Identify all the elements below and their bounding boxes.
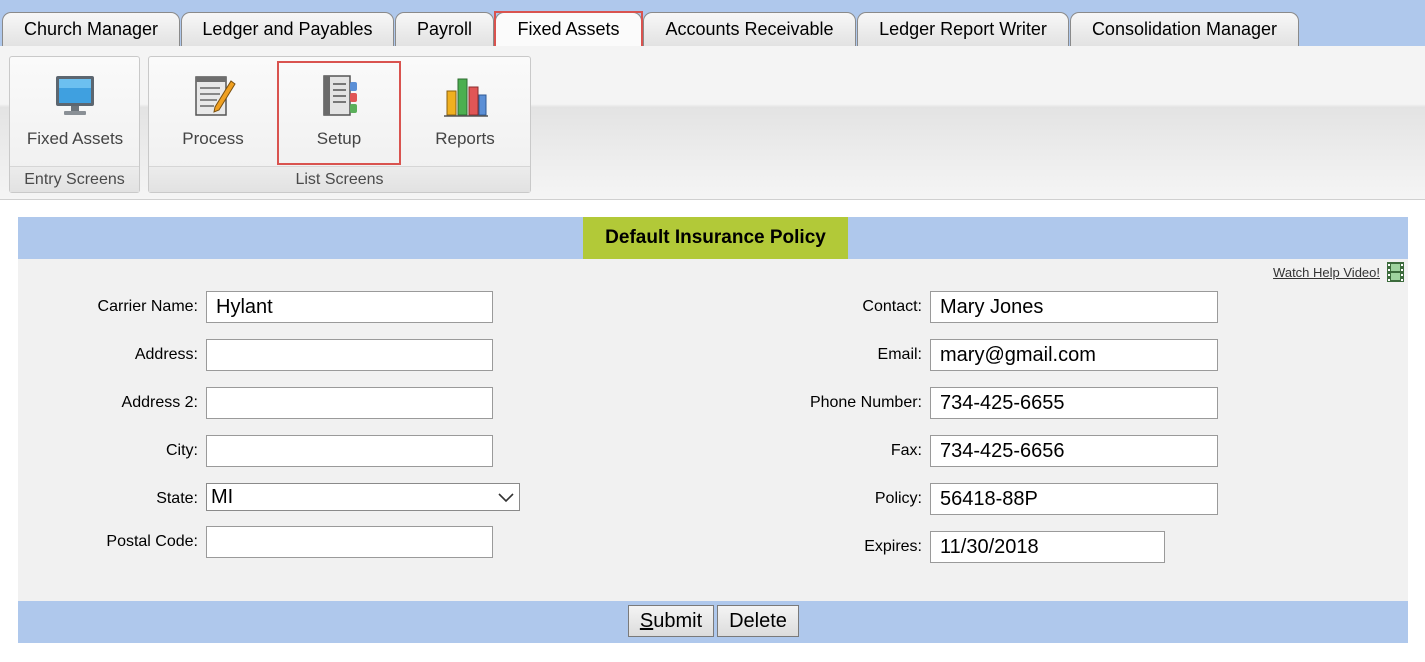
film-strip-icon[interactable]: [1386, 261, 1405, 283]
tab-accounts-receivable[interactable]: Accounts Receivable: [643, 12, 856, 46]
state-label: State:: [156, 490, 198, 507]
list-screens-caption: List Screens: [149, 166, 530, 192]
reports-label: Reports: [435, 129, 495, 148]
postal-code-label: Postal Code:: [106, 533, 198, 550]
delete-button[interactable]: Delete: [717, 605, 799, 637]
fax-field[interactable]: 734-425-6656: [930, 435, 1218, 467]
carrier-name-label: Carrier Name:: [97, 298, 198, 315]
city-label: City:: [166, 442, 198, 459]
tab-label: Consolidation Manager: [1091, 19, 1278, 39]
tab-payroll[interactable]: Payroll: [395, 12, 494, 46]
phone-number-label: Phone Number:: [809, 394, 922, 411]
email-label: Email:: [877, 346, 922, 363]
address-2-label: Address 2:: [121, 394, 198, 411]
tab-church-manager[interactable]: Church Manager: [2, 12, 180, 46]
state-select[interactable]: MI: [206, 483, 520, 511]
fax-label: Fax:: [890, 442, 922, 459]
postal-code-field[interactable]: [206, 526, 493, 558]
tab-ledger-report-writer[interactable]: Ledger Report Writer: [857, 12, 1069, 46]
address-field[interactable]: [206, 339, 493, 371]
city-field[interactable]: [206, 435, 493, 467]
contact-label: Contact:: [862, 298, 922, 315]
tab-fixed-assets[interactable]: Fixed Assets: [494, 11, 643, 48]
process-button[interactable]: Process: [153, 63, 273, 163]
notepad-pencil-icon: [195, 76, 236, 116]
module-tab-bar: Church Manager Ledger and Payables Payro…: [0, 0, 1425, 48]
ribbon-toolbar: Fixed Assets Entry Screens Process Setup…: [0, 46, 1425, 200]
monitor-icon: [56, 76, 94, 115]
address-label: Address:: [134, 346, 198, 363]
tab-label: Accounts Receivable: [665, 19, 834, 39]
tab-label: Ledger and Payables: [202, 19, 373, 39]
tab-label: Church Manager: [23, 19, 159, 39]
watch-help-video-link[interactable]: Watch Help Video!: [1273, 265, 1380, 280]
reports-button[interactable]: Reports: [405, 63, 525, 163]
email-field[interactable]: mary@gmail.com: [930, 339, 1218, 371]
tab-consolidation-manager[interactable]: Consolidation Manager: [1070, 12, 1299, 46]
bar-chart-icon: [444, 78, 488, 117]
insurance-policy-panel: Default Insurance Policy Watch Help Vide…: [18, 217, 1408, 643]
ribbon-group-entry-screens: Fixed Assets Entry Screens: [9, 56, 140, 193]
setup-button[interactable]: Setup: [277, 61, 401, 165]
page-title: Default Insurance Policy: [583, 217, 848, 259]
submit-button[interactable]: Submit: [628, 605, 714, 637]
chevron-down-icon: [498, 493, 514, 503]
submit-label: ubmit: [653, 610, 703, 632]
phone-number-field[interactable]: 734-425-6655: [930, 387, 1218, 419]
tab-label: Fixed Assets: [494, 11, 643, 48]
contact-field[interactable]: Mary Jones: [930, 291, 1218, 323]
fixed-assets-button[interactable]: Fixed Assets: [15, 63, 135, 163]
address-2-field[interactable]: [206, 387, 493, 419]
tab-ledger-and-payables[interactable]: Ledger and Payables: [181, 12, 394, 46]
policy-field[interactable]: 56418-88P: [930, 483, 1218, 515]
panel-footer: Submit Delete: [18, 601, 1408, 643]
tab-label: Payroll: [416, 19, 473, 39]
policy-label: Policy:: [874, 490, 922, 507]
expires-field[interactable]: 11/30/2018: [930, 531, 1165, 563]
fixed-assets-label: Fixed Assets: [26, 129, 124, 148]
expires-label: Expires:: [864, 538, 922, 555]
state-selected-value: MI: [211, 486, 234, 508]
tab-label: Ledger Report Writer: [879, 19, 1047, 39]
setup-label: Setup: [316, 129, 362, 148]
panel-header: Default Insurance Policy: [18, 217, 1408, 259]
setup-document-icon: [323, 75, 357, 116]
process-label: Process: [182, 129, 244, 148]
entry-screens-caption: Entry Screens: [10, 166, 139, 192]
carrier-name-field[interactable]: Hylant: [206, 291, 493, 323]
submit-access-key: S: [639, 610, 654, 632]
ribbon-group-list-screens: Process Setup Reports List Screens: [148, 56, 531, 193]
